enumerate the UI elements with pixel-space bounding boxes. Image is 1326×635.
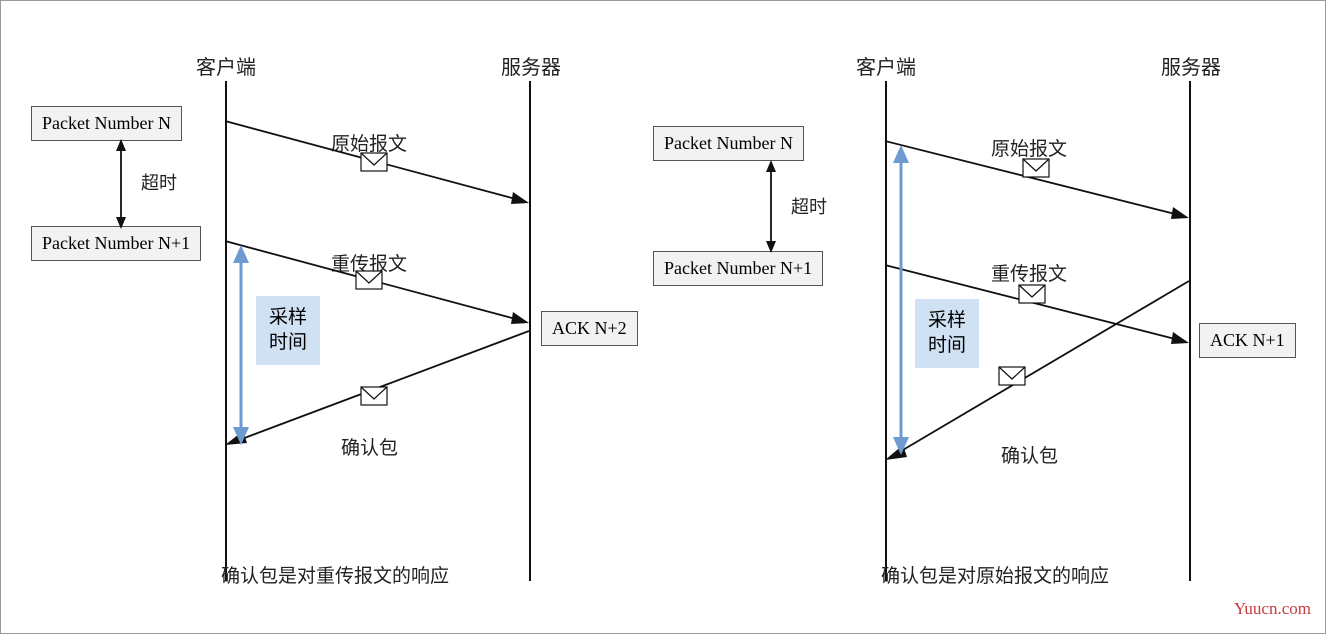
ack-arrow-head: [225, 431, 247, 445]
ack-msg-label-r: 确认包: [1001, 441, 1058, 468]
ack-box-r: ACK N+1: [1199, 323, 1296, 358]
server-lifeline-r: [1189, 81, 1191, 581]
original-msg-label: 原始报文: [331, 129, 407, 156]
watermark: Yuucn.com: [1234, 599, 1311, 619]
sample-l2: 时间: [269, 332, 307, 353]
ack-box: ACK N+2: [541, 311, 638, 346]
server-lifeline: [529, 81, 531, 581]
left-caption: 确认包是对重传报文的响应: [221, 561, 449, 588]
scenario-left: 客户端 服务器 Packet Number N Packet Number N+…: [1, 1, 661, 635]
client-header: 客户端: [186, 51, 266, 80]
retry-msg-label: 重传报文: [331, 249, 407, 276]
client-header-r: 客户端: [846, 51, 926, 80]
sample-l1: 采样: [269, 307, 307, 328]
sample-arrow-head-down: [233, 427, 249, 445]
scenario-right: 客户端 服务器 Packet Number N Packet Number N+…: [631, 1, 1321, 635]
envelope-ack: [361, 387, 387, 405]
original-msg-label-r: 原始报文: [991, 134, 1067, 161]
packet-n-box: Packet Number N: [31, 106, 182, 141]
packet-n-box-r: Packet Number N: [653, 126, 804, 161]
sample-l1-r: 采样: [928, 310, 966, 331]
sample-arrow-head-up: [233, 245, 249, 263]
ack-msg-label: 确认包: [341, 433, 398, 460]
server-header-r: 服务器: [1151, 51, 1231, 80]
packet-n1-box: Packet Number N+1: [31, 226, 201, 261]
diagram-frame: 客户端 服务器 Packet Number N Packet Number N+…: [0, 0, 1326, 634]
envelope-retry-r: [1019, 285, 1045, 303]
retry-msg-arrow-head: [511, 312, 529, 324]
ack-arrow-head-r: [885, 445, 907, 460]
timeout-label-r: 超时: [791, 193, 827, 219]
server-header: 服务器: [491, 51, 571, 80]
retry-msg-arrow-head-r: [1171, 332, 1189, 344]
sample-time-box: 采样 时间: [256, 296, 320, 365]
timeout-label: 超时: [141, 169, 177, 195]
orig-msg-arrow-head: [511, 192, 529, 204]
envelope-orig-r: [1023, 159, 1049, 177]
orig-msg-arrow-head-r: [1171, 207, 1189, 219]
retry-msg-label-r: 重传报文: [991, 259, 1067, 286]
sample-l2-r: 时间: [928, 335, 966, 356]
timeout-arrow-head-up-r: [766, 160, 776, 172]
packet-n1-box-r: Packet Number N+1: [653, 251, 823, 286]
client-lifeline-r: [885, 81, 887, 581]
sample-arrow-head-up-r: [893, 145, 909, 163]
envelope-ack-r: [999, 367, 1025, 385]
sample-arrow-head-down-r: [893, 437, 909, 455]
client-lifeline: [225, 81, 227, 581]
right-caption: 确认包是对原始报文的响应: [881, 561, 1109, 588]
sample-time-box-r: 采样 时间: [915, 299, 979, 368]
